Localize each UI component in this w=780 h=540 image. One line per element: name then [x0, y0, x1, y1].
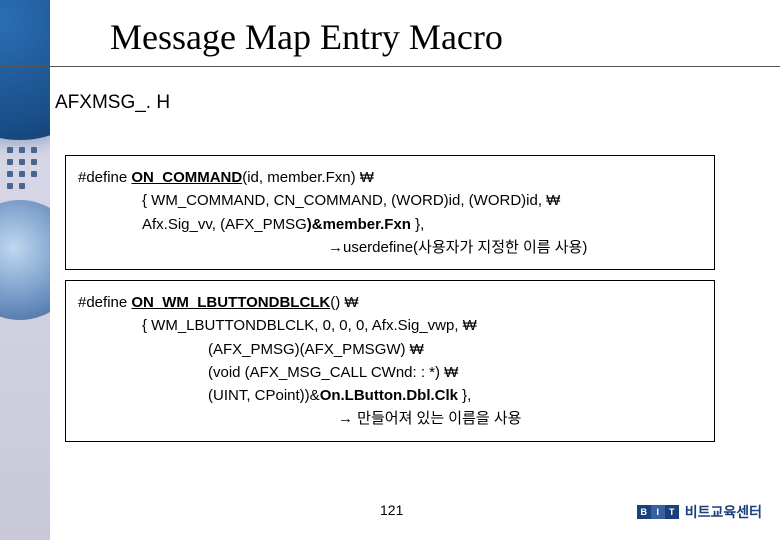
text: (UINT, CPoint))& [208, 387, 320, 404]
text: 만들어져 있는 이름을 사용 [353, 410, 521, 427]
arrow-icon: → [338, 410, 353, 427]
code-line: → 만들어져 있는 이름을 사용 [78, 407, 702, 430]
decor-large-sphere [0, 0, 50, 140]
footer-logo: B I T 비트교육센터 [637, 502, 762, 522]
title-underline [0, 66, 780, 67]
text: (AFX_PMSG)(AFX_PMSGW) ₩ [78, 338, 424, 361]
decor-small-sphere [0, 200, 50, 320]
arrow-icon: → [328, 239, 343, 256]
code-block-on-wm-lbuttondblclk: #define ON_WM_LBUTTONDBLCLK() ₩ { WM_LBU… [65, 280, 715, 442]
logo-letter: I [651, 505, 665, 519]
page-number: 121 [380, 502, 403, 518]
code-line: #define ON_WM_LBUTTONDBLCLK() ₩ [78, 291, 702, 314]
code-line: (UINT, CPoint))&On.LButton.Dbl.Clk }, [78, 384, 702, 407]
text: #define [78, 169, 131, 186]
code-block-on-command: #define ON_COMMAND(id, member.Fxn) ₩ { W… [65, 155, 715, 270]
code-line: (void (AFX_MSG_CALL CWnd: : *) ₩ [78, 361, 702, 384]
text: }, [411, 216, 424, 233]
code-line: #define ON_COMMAND(id, member.Fxn) ₩ [78, 166, 702, 189]
logo-letter: T [665, 505, 679, 519]
macro-name: ON_COMMAND [131, 169, 242, 186]
text: Afx.Sig_vv, (AFX_PMSG [142, 216, 307, 233]
logo-letter: B [637, 505, 651, 519]
logo-icon: B I T [637, 505, 679, 519]
text: () ₩ [330, 294, 358, 311]
macro-name: ON_WM_LBUTTONDBLCLK [131, 294, 330, 311]
text: (void (AFX_MSG_CALL CWnd: : *) ₩ [78, 361, 458, 384]
text: { WM_LBUTTONDBLCLK, 0, 0, 0, Afx.Sig_vwp… [78, 314, 477, 337]
code-line: →userdefine(사용자가 지정한 이름 사용) [78, 236, 702, 259]
text: On.LButton.Dbl.Clk [320, 387, 458, 404]
code-line: { WM_COMMAND, CN_COMMAND, (WORD)id, (WOR… [78, 189, 702, 212]
code-line: (AFX_PMSG)(AFX_PMSGW) ₩ [78, 338, 702, 361]
left-decoration [0, 0, 50, 540]
slide: Message Map Entry Macro AFXMSG_. H #defi… [0, 0, 780, 540]
subtitle: AFXMSG_. H [55, 92, 170, 114]
text: }, [458, 387, 471, 404]
page-title: Message Map Entry Macro [110, 16, 503, 58]
code-line: { WM_LBUTTONDBLCLK, 0, 0, 0, Afx.Sig_vwp… [78, 314, 702, 337]
text: { WM_COMMAND, CN_COMMAND, (WORD)id, (WOR… [78, 189, 560, 212]
text: userdefine(사용자가 지정한 이름 사용) [343, 239, 587, 256]
footer-text: 비트교육센터 [685, 502, 762, 522]
text: (id, member.Fxn) ₩ [242, 169, 374, 186]
decor-dots [5, 145, 45, 205]
text: )&member.Fxn [307, 216, 411, 233]
text: #define [78, 294, 131, 311]
code-line: Afx.Sig_vv, (AFX_PMSG)&member.Fxn }, [78, 213, 702, 236]
